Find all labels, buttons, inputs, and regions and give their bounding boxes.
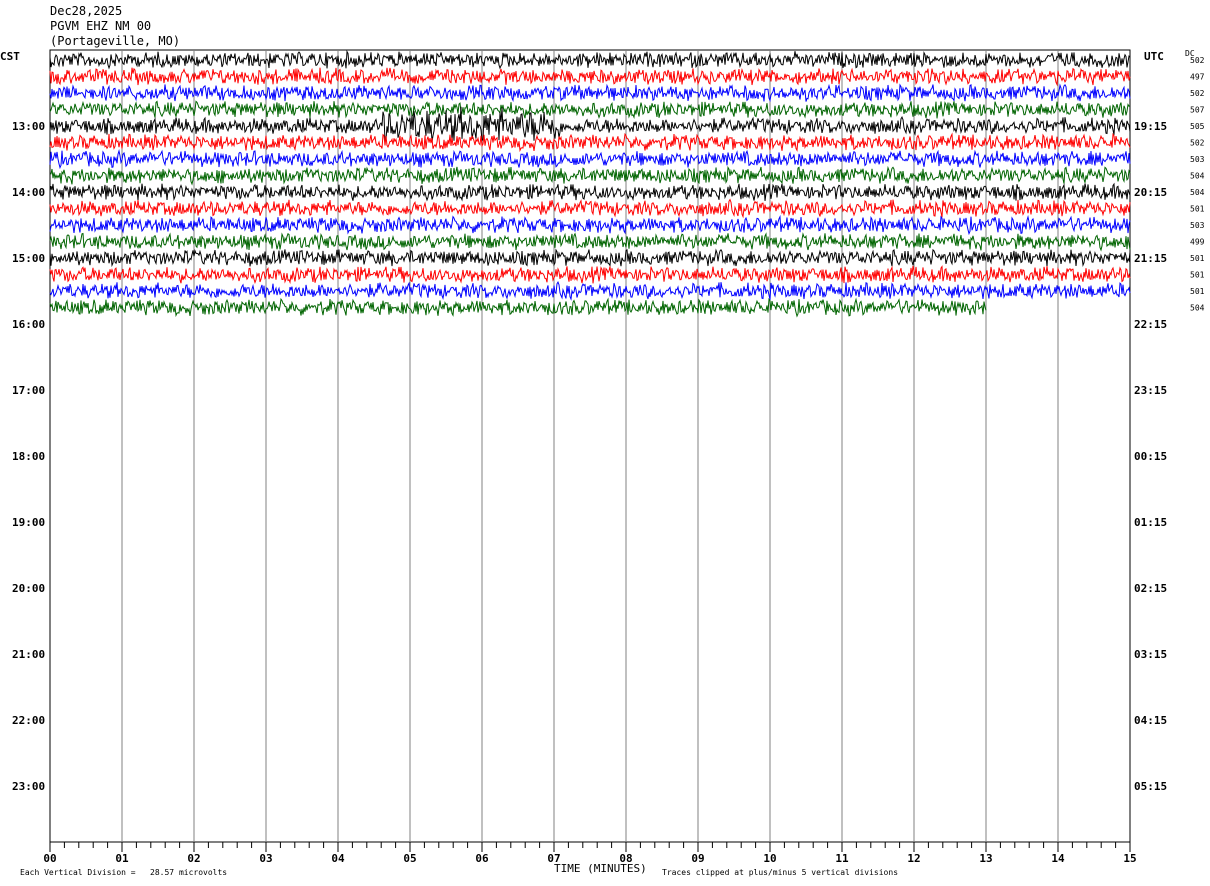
utc-hour-label: 21:15	[1134, 252, 1167, 265]
seismic-trace	[49, 83, 1131, 103]
seismic-trace	[49, 149, 1131, 170]
dc-value: 502	[1190, 139, 1205, 148]
cst-hour-label: 21:00	[12, 648, 45, 661]
dc-value: 502	[1190, 56, 1205, 65]
cst-hour-label: 18:00	[12, 450, 45, 463]
dc-value: 499	[1190, 238, 1205, 247]
utc-hour-label: 20:15	[1134, 186, 1167, 199]
dc-value: 504	[1190, 172, 1205, 181]
utc-hour-label: 04:15	[1134, 714, 1167, 727]
utc-hour-label: 05:15	[1134, 780, 1167, 793]
x-tick-label: 01	[115, 852, 129, 865]
cst-hour-label: 15:00	[12, 252, 45, 265]
seismic-trace	[49, 198, 1131, 219]
utc-hour-label: 03:15	[1134, 648, 1167, 661]
x-tick-label: 12	[907, 852, 920, 865]
seismic-trace	[49, 132, 1131, 153]
x-tick-label: 15	[1123, 852, 1136, 865]
cst-hour-label: 13:00	[12, 120, 45, 133]
dc-value: 503	[1190, 221, 1205, 230]
seismic-trace	[49, 100, 1131, 120]
x-tick-label: 04	[331, 852, 345, 865]
x-tick-label: 13	[979, 852, 992, 865]
seismic-trace	[50, 165, 1131, 186]
x-tick-label: 05	[403, 852, 416, 865]
cst-hour-label: 23:00	[12, 780, 45, 793]
cst-hour-label: 19:00	[12, 516, 45, 529]
seismic-trace	[49, 265, 1131, 285]
utc-hour-label: 00:15	[1134, 450, 1167, 463]
seismic-trace	[49, 67, 1131, 87]
dc-value: 507	[1190, 106, 1205, 115]
dc-value: 501	[1190, 254, 1205, 263]
dc-value: 501	[1190, 271, 1205, 280]
dc-value: 505	[1190, 122, 1205, 131]
x-axis-label: TIME (MINUTES)	[554, 862, 647, 875]
cst-hour-label: 14:00	[12, 186, 45, 199]
utc-hour-label: 22:15	[1134, 318, 1167, 331]
dc-value: 503	[1190, 155, 1205, 164]
plot-frame	[49, 49, 1131, 843]
x-tick-label: 03	[259, 852, 272, 865]
dc-value: 501	[1190, 287, 1205, 296]
x-tick-label: 10	[763, 852, 776, 865]
utc-hour-label: 02:15	[1134, 582, 1167, 595]
utc-hour-label: 01:15	[1134, 516, 1167, 529]
seismic-trace	[49, 182, 1131, 202]
scale-note: Each Vertical Division = 28.57 microvolt…	[20, 868, 228, 877]
cst-hour-label: 17:00	[12, 384, 45, 397]
seismogram-chart: 00 01 02 03 04 05 06 07 08 09 10 11 12 13 14 1513:00 19:…	[12, 49, 1205, 865]
cst-hour-label: 16:00	[12, 318, 45, 331]
clip-note: Traces clipped at plus/minus 5 vertical …	[662, 868, 899, 877]
dc-value: 497	[1190, 73, 1205, 82]
x-tick-label: 11	[835, 852, 849, 865]
seismic-trace	[49, 280, 1131, 301]
seismic-trace	[49, 232, 1131, 252]
utc-hour-label: 23:15	[1134, 384, 1167, 397]
x-tick-label: 00	[43, 852, 56, 865]
dc-value: 501	[1190, 205, 1205, 214]
seismic-trace	[49, 49, 1131, 70]
seismic-trace	[49, 248, 1131, 268]
x-tick-label: 09	[691, 852, 704, 865]
utc-hour-label: 19:15	[1134, 120, 1167, 133]
dc-value: 504	[1190, 304, 1205, 313]
x-tick-label: 02	[187, 852, 200, 865]
dc-value: 502	[1190, 89, 1205, 98]
cst-hour-label: 22:00	[12, 714, 45, 727]
cst-hour-label: 20:00	[12, 582, 45, 595]
dc-value: 504	[1190, 188, 1205, 197]
x-tick-label: 06	[475, 852, 489, 865]
seismic-trace	[49, 214, 1131, 236]
seismic-trace	[49, 297, 987, 318]
x-tick-label: 14	[1051, 852, 1065, 865]
